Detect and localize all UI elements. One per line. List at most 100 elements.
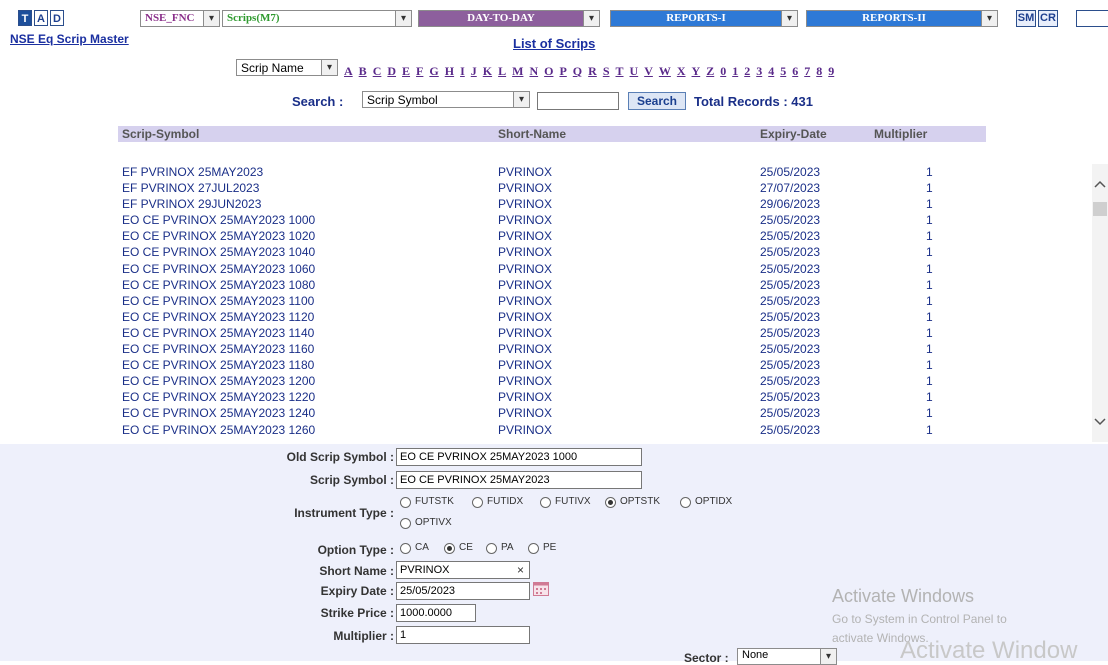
menu-reports-1[interactable]: REPORTS-I ▾ bbox=[610, 10, 798, 27]
scrip-symbol-field[interactable]: EO CE PVRINOX 25MAY2023 bbox=[396, 471, 642, 489]
toolbar-a-button[interactable]: A bbox=[34, 10, 48, 26]
letter-filter-link[interactable]: B bbox=[359, 64, 367, 78]
letter-filter-link[interactable]: C bbox=[373, 64, 382, 78]
table-row[interactable]: EO CE PVRINOX 25MAY2023 1140 PVRINOX 25/05… bbox=[118, 325, 986, 341]
letter-filter-link[interactable]: X bbox=[677, 64, 686, 78]
letter-filter-link[interactable]: A bbox=[344, 64, 353, 78]
letter-filter-link[interactable]: T bbox=[616, 64, 624, 78]
instrument-type-radio-label: FUTIVX bbox=[555, 496, 591, 507]
table-row[interactable]: EF PVRINOX 29JUN2023 PVRINOX 29/06/2023 1 bbox=[118, 196, 986, 212]
table-row[interactable]: EO CE PVRINOX 25MAY2023 1240 PVRINOX 25/05… bbox=[118, 405, 986, 421]
table-row[interactable]: EO CE PVRINOX 25MAY2023 1180 PVRINOX 25/05… bbox=[118, 357, 986, 373]
letter-filter-link[interactable]: F bbox=[416, 64, 423, 78]
letter-filter-link[interactable]: Y bbox=[692, 64, 701, 78]
letter-filter-link[interactable]: M bbox=[512, 64, 523, 78]
letter-filter-link[interactable]: W bbox=[659, 64, 671, 78]
menu-day-to-day[interactable]: DAY-TO-DAY ▾ bbox=[418, 10, 600, 27]
letter-filter-link[interactable]: U bbox=[630, 64, 639, 78]
letter-filter-link[interactable]: 6 bbox=[792, 64, 798, 78]
scrollbar-thumb bbox=[1093, 202, 1107, 216]
instrument-type-radio-optidx[interactable] bbox=[680, 497, 691, 508]
letter-filter-link[interactable]: D bbox=[387, 64, 396, 78]
sm-button[interactable]: SM bbox=[1016, 10, 1036, 27]
table-row[interactable]: EF PVRINOX 27JUL2023 PVRINOX 27/07/2023 1 bbox=[118, 180, 986, 196]
cr-button[interactable]: CR bbox=[1038, 10, 1058, 27]
letter-filter-link[interactable]: S bbox=[603, 64, 610, 78]
letter-filter-link[interactable]: Q bbox=[573, 64, 582, 78]
letter-filter-link[interactable]: H bbox=[445, 64, 454, 78]
letter-filter-link[interactable]: V bbox=[644, 64, 653, 78]
letter-filter-link[interactable]: J bbox=[471, 64, 477, 78]
table-row[interactable]: EO CE PVRINOX 25MAY2023 1220 PVRINOX 25/05… bbox=[118, 389, 986, 405]
activate-windows-line1: Go to System in Control Panel to bbox=[832, 612, 1007, 626]
table-row[interactable]: EO CE PVRINOX 25MAY2023 1120 PVRINOX 25/05… bbox=[118, 309, 986, 325]
expiry-date-field[interactable]: 25/05/2023 bbox=[396, 582, 530, 600]
cell-short-name: PVRINOX bbox=[498, 165, 553, 179]
toolbar-extra-box[interactable] bbox=[1076, 10, 1108, 27]
table-row[interactable]: EO CE PVRINOX 25MAY2023 1020 PVRINOX 25/05… bbox=[118, 228, 986, 244]
letter-filter-link[interactable]: R bbox=[588, 64, 597, 78]
table-scrollbar[interactable] bbox=[1092, 164, 1108, 442]
letter-filter-link[interactable]: L bbox=[498, 64, 506, 78]
cell-short-name: PVRINOX bbox=[498, 277, 553, 292]
table-row[interactable]: EO CE PVRINOX 25MAY2023 1000 PVRINOX 25/05… bbox=[118, 212, 986, 228]
table-row[interactable]: EO CE PVRINOX 25MAY2023 1100 PVRINOX 25/05… bbox=[118, 293, 986, 309]
letter-filter-link[interactable]: Z bbox=[706, 64, 714, 78]
letter-filter-link[interactable]: K bbox=[483, 64, 492, 78]
letter-filter-link[interactable]: O bbox=[544, 64, 553, 78]
letter-filter-link[interactable]: 9 bbox=[828, 64, 834, 78]
search-input[interactable] bbox=[537, 92, 619, 110]
letter-filter-link[interactable]: 3 bbox=[756, 64, 762, 78]
old-scrip-symbol-field[interactable]: EO CE PVRINOX 25MAY2023 1000 bbox=[396, 448, 642, 466]
letter-filter-link[interactable]: 5 bbox=[780, 64, 786, 78]
letter-filter-link[interactable]: E bbox=[402, 64, 410, 78]
calendar-icon[interactable] bbox=[533, 582, 549, 596]
cell-multiplier: 1 bbox=[926, 342, 933, 357]
toolbar-t-button[interactable]: T bbox=[18, 10, 32, 26]
scrips-select[interactable]: Scrips(M7) ▾ bbox=[222, 10, 412, 27]
sort-by-select[interactable]: Scrip Name ▾ bbox=[236, 59, 338, 76]
letter-filter-link[interactable]: P bbox=[559, 64, 566, 78]
option-type-radio-ce[interactable] bbox=[444, 543, 455, 554]
letter-filter-link[interactable]: I bbox=[460, 64, 465, 78]
letter-filter-link[interactable]: 1 bbox=[732, 64, 738, 78]
sector-select[interactable]: None ▾ bbox=[737, 648, 837, 665]
table-row[interactable]: EO CE PVRINOX 25MAY2023 1040 PVRINOX 25/05… bbox=[118, 244, 986, 260]
option-type-radio-pa[interactable] bbox=[486, 543, 497, 554]
instrument-type-radio-optivx[interactable] bbox=[400, 518, 411, 529]
cell-multiplier: 1 bbox=[926, 197, 933, 212]
letter-filter-link[interactable]: 7 bbox=[804, 64, 810, 78]
table-row[interactable]: EO CE PVRINOX 25MAY2023 1060 PVRINOX 25/05… bbox=[118, 261, 986, 277]
letter-filter-link[interactable]: N bbox=[529, 64, 538, 78]
table-row[interactable]: EO CE PVRINOX 25MAY2023 1160 PVRINOX 25/05… bbox=[118, 341, 986, 357]
master-title-link[interactable]: NSE Eq Scrip Master bbox=[10, 32, 129, 46]
multiplier-field[interactable]: 1 bbox=[396, 626, 530, 644]
cell-multiplier: 1 bbox=[926, 325, 933, 340]
cell-expiry-date: 25/05/2023 bbox=[760, 293, 821, 308]
table-row[interactable]: EO CE PVRINOX 25MAY2023 1200 PVRINOX 25/05… bbox=[118, 373, 986, 389]
table-row[interactable]: EF PVRINOX 25MAY2023 PVRINOX 25/05/2023 1 bbox=[118, 164, 986, 180]
letter-filter-link[interactable]: 4 bbox=[768, 64, 774, 78]
search-button[interactable]: Search bbox=[628, 92, 686, 110]
clear-icon[interactable]: × bbox=[517, 562, 524, 578]
table-row[interactable]: EO CE PVRINOX 25MAY2023 1260 PVRINOX 25/05… bbox=[118, 422, 986, 438]
instrument-type-radio-futivx[interactable] bbox=[540, 497, 551, 508]
instrument-type-radio-optstk[interactable] bbox=[605, 497, 616, 508]
instrument-type-radio-futstk[interactable] bbox=[400, 497, 411, 508]
search-field-select[interactable]: Scrip Symbol ▾ bbox=[362, 91, 530, 108]
letter-filter-link[interactable]: G bbox=[429, 64, 438, 78]
menu-reports-2[interactable]: REPORTS-II ▾ bbox=[806, 10, 998, 27]
cell-scrip-symbol: EO CE PVRINOX 25MAY2023 1260 bbox=[122, 422, 316, 437]
table-row[interactable]: EO CE PVRINOX 25MAY2023 1080 PVRINOX 25/05… bbox=[118, 277, 986, 293]
toolbar-d-button[interactable]: D bbox=[50, 10, 64, 26]
cell-short-name: PVRINOX bbox=[498, 342, 553, 357]
option-type-radio-pe[interactable] bbox=[528, 543, 539, 554]
letter-filter-link[interactable]: 0 bbox=[720, 64, 726, 78]
letter-filter-link[interactable]: 2 bbox=[744, 64, 750, 78]
short-name-field[interactable]: PVRINOX × bbox=[396, 561, 530, 579]
exchange-select[interactable]: NSE_FNC ▾ bbox=[140, 10, 220, 27]
option-type-radio-ca[interactable] bbox=[400, 543, 411, 554]
instrument-type-radio-futidx[interactable] bbox=[472, 497, 483, 508]
letter-filter-link[interactable]: 8 bbox=[816, 64, 822, 78]
strike-price-field[interactable]: 1000.0000 bbox=[396, 604, 476, 622]
